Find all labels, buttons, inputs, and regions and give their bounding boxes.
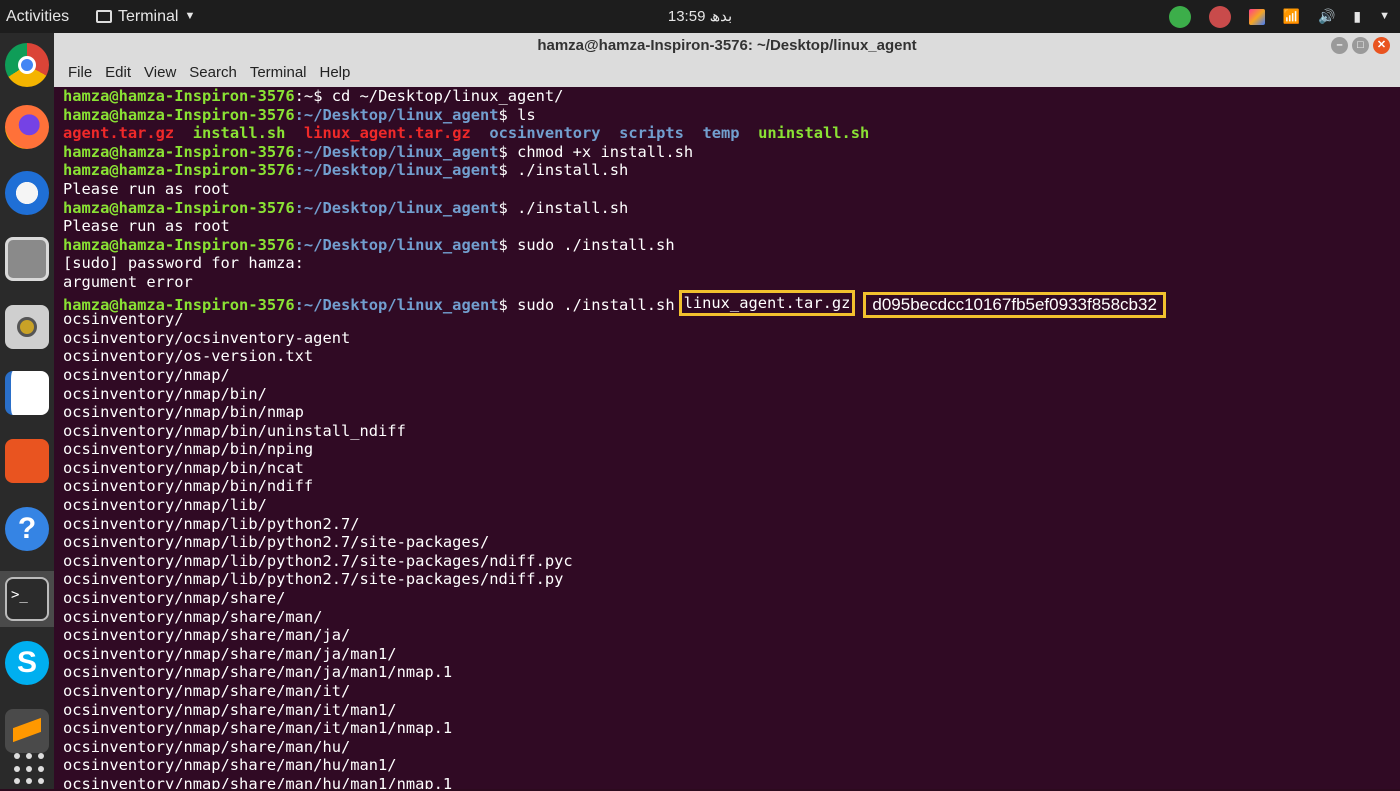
activities-button[interactable]: Activities [6, 0, 69, 33]
show-applications-icon[interactable] [5, 747, 49, 791]
menu-view[interactable]: View [144, 59, 176, 87]
output-line: ocsinventory/nmap/share/man/ [63, 607, 323, 626]
terminal-line: hamza@hamza-Inspiron-3576:~/Desktop/linu… [63, 161, 629, 180]
output-line: ocsinventory/nmap/ [63, 365, 230, 384]
menu-file[interactable]: File [68, 59, 92, 87]
terminal-line: Please run as root [63, 217, 230, 236]
system-tray[interactable]: 📶 🔊 ▮ ▼ [1168, 0, 1390, 33]
terminal-line: hamza@hamza-Inspiron-3576:~/Desktop/linu… [63, 142, 694, 161]
terminal-line: hamza@hamza-Inspiron-3576:~$ cd ~/Deskto… [63, 87, 564, 105]
chevron-down-icon: ▼ [184, 10, 196, 22]
firefox-icon[interactable] [5, 105, 49, 149]
app-menu-button[interactable]: Terminal ▼ [96, 0, 195, 33]
window-title: hamza@hamza-Inspiron-3576: ~/Desktop/lin… [537, 37, 917, 54]
terminal-line: hamza@hamza-Inspiron-3576:~/Desktop/linu… [63, 289, 1400, 318]
output-line: ocsinventory/nmap/share/man/ja/ [63, 626, 351, 645]
terminal-icon[interactable]: >_ [5, 577, 49, 621]
extract-output: ocsinventory/ocsinventory/ocsinventory-a… [63, 310, 1400, 789]
battery-icon[interactable]: ▮ [1353, 0, 1361, 33]
window-titlebar[interactable]: hamza@hamza-Inspiron-3576: ~/Desktop/lin… [54, 33, 1400, 59]
output-line: ocsinventory/nmap/lib/python2.7/site-pac… [63, 533, 490, 552]
terminal-window: hamza@hamza-Inspiron-3576: ~/Desktop/lin… [54, 33, 1400, 789]
menu-help[interactable]: Help [320, 59, 351, 87]
output-line: ocsinventory/ocsinventory-agent [63, 328, 351, 347]
output-line: ocsinventory/nmap/share/man/it/ [63, 682, 351, 700]
volume-icon[interactable]: 🔊 [1318, 0, 1335, 33]
output-line: ocsinventory/nmap/bin/uninstall_ndiff [63, 421, 406, 440]
files-icon[interactable] [5, 237, 49, 281]
output-line: ocsinventory/nmap/share/man/ja/man1/ [63, 644, 397, 663]
app-menu-label: Terminal [118, 8, 179, 25]
top-bar: Activities Terminal ▼ 13:59 بدھ 📶 🔊 ▮ ▼ [0, 0, 1400, 33]
chrome-icon[interactable] [5, 43, 49, 87]
menu-bar: File Edit View Search Terminal Help [54, 59, 1400, 87]
terminal-line: hamza@hamza-Inspiron-3576:~/Desktop/linu… [63, 235, 675, 254]
output-line: ocsinventory/nmap/lib/ [63, 496, 267, 515]
ubuntu-software-icon[interactable] [5, 439, 49, 483]
help-icon[interactable]: ? [5, 507, 49, 551]
terminal-output[interactable]: hamza@hamza-Inspiron-3576:~$ cd ~/Deskto… [54, 87, 1400, 789]
minimize-button[interactable]: – [1331, 37, 1348, 54]
terminal-line: hamza@hamza-Inspiron-3576:~/Desktop/linu… [63, 105, 536, 124]
output-line: ocsinventory/nmap/bin/nmap [63, 403, 304, 422]
output-line: ocsinventory/nmap/share/man/hu/ [63, 737, 351, 756]
menu-terminal[interactable]: Terminal [250, 59, 307, 87]
wifi-icon[interactable]: 📶 [1283, 0, 1300, 33]
output-line: ocsinventory/nmap/share/man/hu/man1/ [63, 756, 397, 775]
menu-search[interactable]: Search [189, 59, 237, 87]
menu-edit[interactable]: Edit [105, 59, 131, 87]
terminal-line: hamza@hamza-Inspiron-3576:~/Desktop/linu… [63, 198, 629, 217]
libreoffice-writer-icon[interactable] [5, 371, 49, 415]
app-indicator-icon[interactable] [1208, 5, 1231, 28]
power-menu-chevron-icon[interactable]: ▼ [1379, 0, 1390, 33]
output-line: ocsinventory/nmap/lib/python2.7/ [63, 514, 360, 533]
terminal-line: [sudo] password for hamza: [63, 254, 304, 273]
output-line: ocsinventory/nmap/share/ [63, 589, 286, 608]
output-line: ocsinventory/nmap/lib/python2.7/site-pac… [63, 570, 564, 589]
output-line: ocsinventory/nmap/share/man/it/man1/nmap… [63, 719, 453, 738]
dock: ? >_ S [0, 33, 54, 789]
skype-icon[interactable]: S [5, 641, 49, 685]
maximize-button[interactable]: □ [1352, 37, 1369, 54]
output-line: ocsinventory/nmap/share/man/ja/man1/nmap… [63, 663, 453, 682]
output-line: ocsinventory/nmap/share/man/hu/man1/nmap… [63, 774, 453, 789]
output-line: ocsinventory/nmap/bin/ncat [63, 458, 304, 477]
update-check-icon[interactable] [1168, 5, 1191, 28]
output-line: ocsinventory/nmap/lib/python2.7/site-pac… [63, 551, 573, 570]
close-button[interactable]: ✕ [1373, 37, 1390, 54]
output-line: ocsinventory/nmap/bin/nping [63, 440, 314, 459]
highlighted-hash: d095becdcc10167fb5ef0933f858cb32 [863, 291, 1166, 318]
ls-output-line: agent.tar.gz install.sh linux_agent.tar.… [63, 124, 870, 143]
rhythmbox-icon[interactable] [5, 305, 49, 349]
output-line: ocsinventory/os-version.txt [63, 347, 314, 366]
thunderbird-icon[interactable] [5, 171, 49, 215]
output-line: ocsinventory/nmap/share/man/it/man1/ [63, 700, 397, 719]
terminal-line: Please run as root [63, 179, 230, 198]
output-line: ocsinventory/nmap/bin/ndiff [63, 477, 314, 496]
output-line: ocsinventory/nmap/bin/ [63, 384, 267, 403]
highlighted-filename: linux_agent.tar.gz [678, 289, 856, 316]
app-cube-icon[interactable] [1248, 8, 1265, 25]
terminal-icon [96, 10, 112, 23]
